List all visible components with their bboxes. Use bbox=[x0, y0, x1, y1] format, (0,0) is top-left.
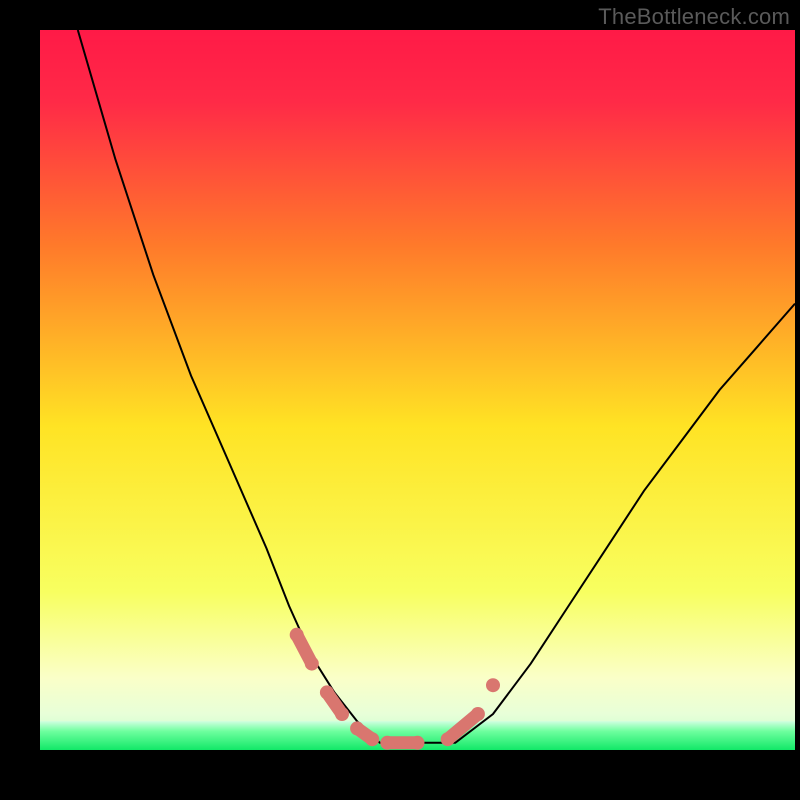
marker-dot bbox=[305, 657, 319, 671]
marker-dot bbox=[320, 685, 334, 699]
marker-dot bbox=[380, 736, 394, 750]
watermark-text: TheBottleneck.com bbox=[598, 4, 790, 30]
left-border bbox=[0, 0, 40, 800]
bottleneck-chart bbox=[0, 0, 800, 800]
marker-dot bbox=[335, 707, 349, 721]
marker-dot bbox=[471, 707, 485, 721]
bottom-border bbox=[0, 750, 800, 800]
marker-dot bbox=[365, 732, 379, 746]
plot-background bbox=[40, 30, 795, 750]
chart-frame: TheBottleneck.com bbox=[0, 0, 800, 800]
marker-dot bbox=[350, 721, 364, 735]
marker-dot bbox=[290, 628, 304, 642]
marker-dot bbox=[411, 736, 425, 750]
marker-dot bbox=[441, 732, 455, 746]
marker-dot bbox=[486, 678, 500, 692]
